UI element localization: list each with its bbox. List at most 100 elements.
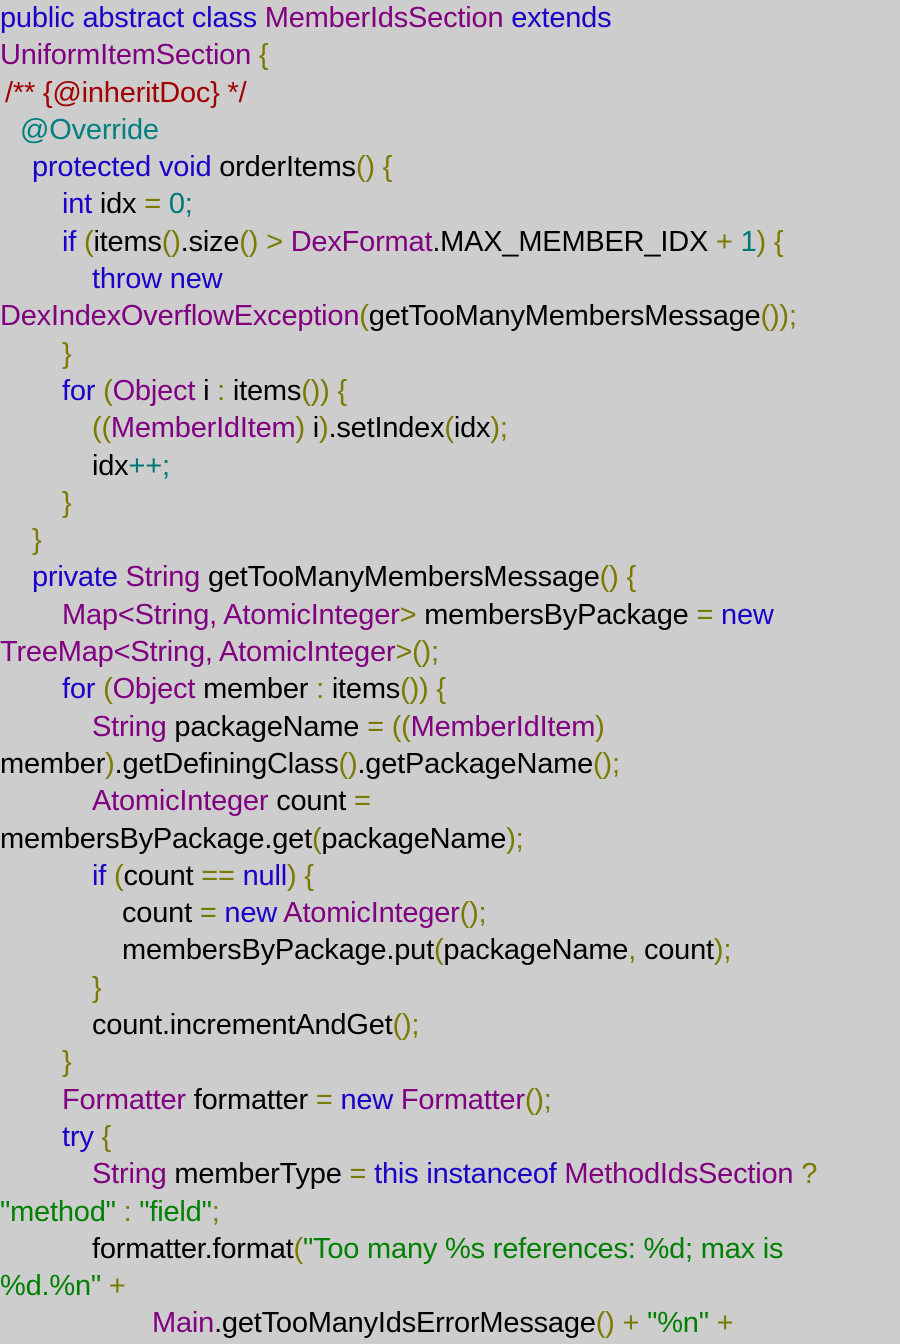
code-line[interactable]: } xyxy=(0,485,900,522)
code-line[interactable]: /** {@inheritDoc} */ xyxy=(0,75,900,112)
code-token: orderItems xyxy=(219,151,356,184)
code-line[interactable]: UniformItemSection { xyxy=(0,37,900,74)
code-token: class xyxy=(191,2,257,34)
code-line[interactable]: count = new AtomicInteger(); xyxy=(0,895,900,932)
code-token: membersByPackage xyxy=(0,822,265,855)
code-token: , xyxy=(628,934,637,967)
code-token: , xyxy=(209,598,217,631)
code-token: MemberIdItem xyxy=(110,412,296,445)
code-token: 0 xyxy=(168,188,185,221)
code-line[interactable]: } xyxy=(0,1044,900,1081)
code-token: MemberIdItem xyxy=(410,710,596,743)
code-line[interactable]: membersByPackage.put(packageName, count)… xyxy=(0,932,900,969)
code-token: Object xyxy=(112,673,196,706)
code-token: "Too many %s references: %d; max is xyxy=(302,1232,784,1265)
code-token: { xyxy=(382,151,393,184)
code-line[interactable]: String packageName = ((MemberIdItem) xyxy=(0,709,900,746)
code-line[interactable]: Map<String, AtomicInteger> membersByPack… xyxy=(0,597,900,634)
code-token: (); xyxy=(392,1009,420,1042)
code-line[interactable]: Main.getTooManyIdsErrorMessage() + "%n" … xyxy=(0,1305,900,1342)
code-token: , xyxy=(204,636,213,669)
code-token: ; xyxy=(788,300,797,333)
code-token: < xyxy=(113,636,131,669)
code-token: MethodIdsSection xyxy=(564,1158,794,1191)
code-token: "%n" xyxy=(647,1307,709,1340)
code-line[interactable]: for (Object member : items()) { xyxy=(0,671,900,708)
code-token: Map xyxy=(62,598,118,631)
code-line[interactable]: AtomicInteger count = xyxy=(0,783,900,820)
code-line[interactable]: DexIndexOverflowException(getTooManyMemb… xyxy=(0,298,900,335)
code-line[interactable]: count.incrementAndGet(); xyxy=(0,1007,900,1044)
code-token: () xyxy=(595,1307,615,1340)
code-token: } xyxy=(62,337,72,370)
code-line[interactable]: } xyxy=(0,970,900,1007)
code-line[interactable]: } xyxy=(0,522,900,559)
code-token: ) xyxy=(286,859,297,892)
code-line[interactable]: idx++; xyxy=(0,448,900,485)
code-line[interactable]: String memberType = this instanceof Meth… xyxy=(0,1156,900,1193)
code-line[interactable]: @Override xyxy=(0,112,900,149)
code-token: String xyxy=(130,636,205,669)
code-token: count xyxy=(123,859,194,892)
code-line[interactable]: "method" : "field"; xyxy=(0,1194,900,1231)
code-line[interactable]: public abstract class MemberIdsSection e… xyxy=(0,0,900,37)
code-token: () xyxy=(161,225,181,258)
code-lines-container: public abstract class MemberIdsSection e… xyxy=(0,0,900,1344)
code-token: = xyxy=(349,1158,367,1191)
code-token: for xyxy=(62,374,96,407)
code-line[interactable]: if (items().size() > DexFormat.MAX_MEMBE… xyxy=(0,224,900,261)
code-token: ) xyxy=(295,412,305,445)
code-token: ( xyxy=(433,934,444,967)
code-line[interactable]: ((MemberIdItem) i).setIndex(idx); xyxy=(0,410,900,447)
code-token: if xyxy=(62,225,77,258)
code-token: UniformItemSection xyxy=(0,39,252,72)
code-token: public xyxy=(0,2,75,34)
code-token: abstract xyxy=(82,2,184,34)
code-line[interactable]: protected void orderItems() { xyxy=(0,149,900,186)
code-token: member xyxy=(203,673,309,706)
code-token: /** {@inheritDoc} */ xyxy=(5,76,247,109)
code-line[interactable]: for (Object i : items()) { xyxy=(0,373,900,410)
code-token: String xyxy=(125,561,201,594)
code-token: = xyxy=(315,1083,333,1116)
code-token: ); xyxy=(490,412,508,445)
code-line[interactable]: int idx = 0; xyxy=(0,186,900,223)
code-token: < xyxy=(117,598,135,631)
code-token: { xyxy=(626,561,636,594)
code-token: .getTooManyIdsErrorMessage xyxy=(214,1307,596,1340)
code-line[interactable]: %d.%n" + xyxy=(0,1268,900,1305)
code-line[interactable]: membersByPackage.get(packageName); xyxy=(0,821,900,858)
code-line[interactable]: formatter.format("Too many %s references… xyxy=(0,1231,900,1268)
code-line[interactable]: Formatter formatter = new Formatter(); xyxy=(0,1082,900,1119)
code-line[interactable]: TreeMap<String, AtomicInteger>(); xyxy=(0,634,900,671)
code-token: membersByPackage xyxy=(122,934,387,967)
code-line[interactable]: throw new xyxy=(0,261,900,298)
code-line[interactable]: if (count == null) { xyxy=(0,858,900,895)
code-line[interactable]: } xyxy=(0,336,900,373)
code-token: new xyxy=(721,598,774,631)
code-line[interactable]: member).getDefiningClass().getPackageNam… xyxy=(0,746,900,783)
code-token: = xyxy=(696,598,714,631)
code-line[interactable]: private String getTooManyMembersMessage(… xyxy=(0,559,900,596)
code-token: (); xyxy=(459,897,487,930)
code-token: .getPackageName xyxy=(357,747,594,780)
code-line[interactable]: try { xyxy=(0,1119,900,1156)
java-source-code-view[interactable]: public abstract class MemberIdsSection e… xyxy=(0,0,900,1344)
code-token: void xyxy=(158,151,212,184)
